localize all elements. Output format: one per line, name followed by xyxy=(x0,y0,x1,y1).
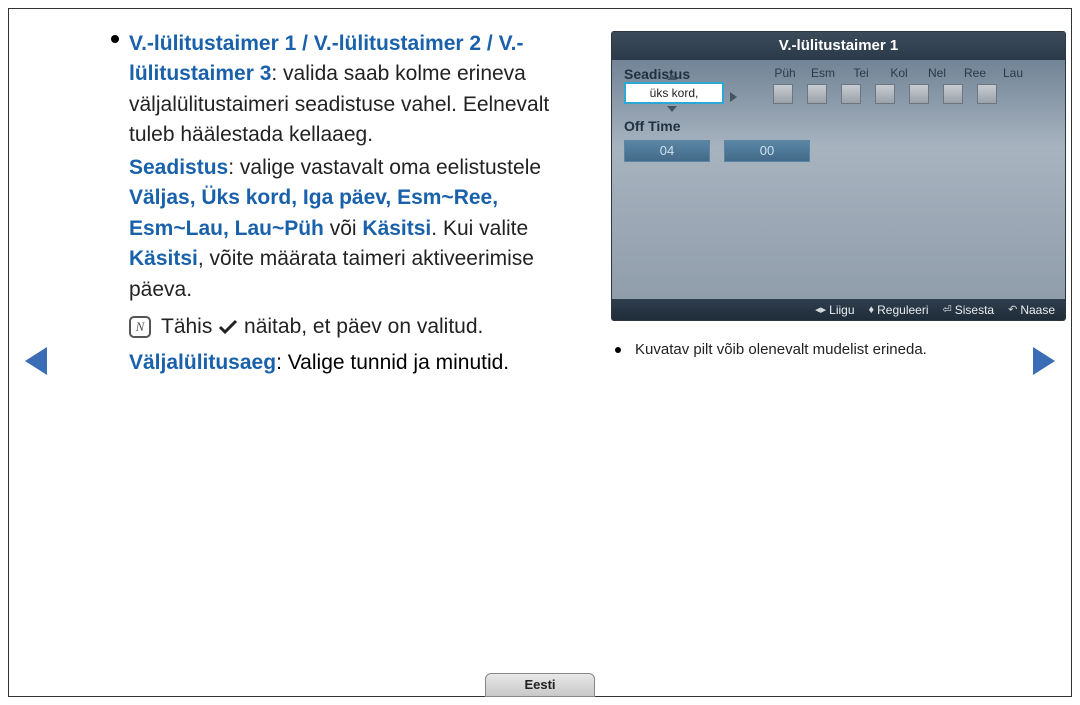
day-check[interactable] xyxy=(807,84,827,104)
seadistus-voi: või xyxy=(324,217,363,240)
osd-footer: ◂▸Liigu ♦Reguleeri ⏎Sisesta ↶Naase xyxy=(612,299,1065,320)
day-label: Ree xyxy=(963,66,987,80)
footer-sisesta: ⏎Sisesta xyxy=(943,303,995,317)
day-check[interactable] xyxy=(875,84,895,104)
osd-seadistus-value[interactable]: üks kord, xyxy=(624,82,724,104)
day-label: Püh xyxy=(773,66,797,80)
note-before: Tähis xyxy=(161,315,218,338)
enter-icon: ⏎ xyxy=(943,303,952,316)
ud-arrows-icon: ♦ xyxy=(869,304,875,316)
day-check[interactable] xyxy=(841,84,861,104)
seadistus-text-b: . Kui valite xyxy=(431,217,528,240)
offtime-rest: : Valige tunnid ja minutid. xyxy=(276,351,509,374)
bullet-icon xyxy=(111,35,119,43)
day-check[interactable] xyxy=(909,84,929,104)
osd-title: V.-lülitustaimer 1 xyxy=(612,32,1065,60)
language-tab[interactable]: Eesti xyxy=(485,673,595,697)
osd-offtime-label: Off Time xyxy=(624,118,1053,134)
paragraph-seadistus: Seadistus: valige vastavalt oma eelistus… xyxy=(129,153,589,305)
day-label: Tei xyxy=(849,66,873,80)
note-after: näitab, et päev on valitud. xyxy=(244,315,483,338)
day-check[interactable] xyxy=(977,84,997,104)
osd-hours[interactable]: 04 xyxy=(624,140,710,162)
arrow-up-icon[interactable] xyxy=(667,74,677,80)
return-icon: ↶ xyxy=(1008,303,1017,316)
paragraph-main: V.-lülitustaimer 1 / V.-lülitustaimer 2 … xyxy=(129,29,589,151)
paragraph-offtime: Väljalülitusaeg: Valige tunnid ja minuti… xyxy=(129,351,589,375)
day-check[interactable] xyxy=(773,84,793,104)
seadistus-kasitsi: Käsitsi xyxy=(362,217,431,240)
footer-reguleeri: ♦Reguleeri xyxy=(869,303,929,317)
offtime-label: Väljalülitusaeg xyxy=(129,351,276,374)
seadistus-kasitsi2: Käsitsi xyxy=(129,247,198,270)
day-label: Nel xyxy=(925,66,949,80)
nav-right-icon[interactable] xyxy=(1033,347,1055,375)
note-line: N Tähis näitab, et päev on valitud. xyxy=(129,315,589,339)
arrow-right-icon[interactable] xyxy=(730,92,737,102)
subnote-text: Kuvatav pilt võib olenevalt mudelist eri… xyxy=(635,341,927,358)
footer-liigu: ◂▸Liigu xyxy=(815,303,854,317)
osd-panel: V.-lülitustaimer 1 Seadistus üks kord, P… xyxy=(611,31,1066,321)
arrow-down-icon[interactable] xyxy=(667,106,677,112)
seadistus-text-a: : valige vastavalt oma eelistustele xyxy=(228,156,541,179)
lr-arrows-icon: ◂▸ xyxy=(815,303,826,316)
day-label: Lau xyxy=(1001,66,1025,80)
day-label: Kol xyxy=(887,66,911,80)
osd-day-checks xyxy=(773,84,1025,104)
day-label: Esm xyxy=(811,66,835,80)
day-check[interactable] xyxy=(943,84,963,104)
osd-minutes[interactable]: 00 xyxy=(724,140,810,162)
osd-select-wrap[interactable]: üks kord, xyxy=(624,82,720,104)
subnote-bullet-icon xyxy=(615,347,621,353)
note-icon: N xyxy=(129,316,151,338)
checkmark-icon xyxy=(218,318,238,336)
nav-left-icon[interactable] xyxy=(25,347,47,375)
seadistus-label: Seadistus xyxy=(129,156,228,179)
osd-day-labels: Püh Esm Tei Kol Nel Ree Lau xyxy=(773,66,1025,80)
footer-naase: ↶Naase xyxy=(1008,303,1055,317)
